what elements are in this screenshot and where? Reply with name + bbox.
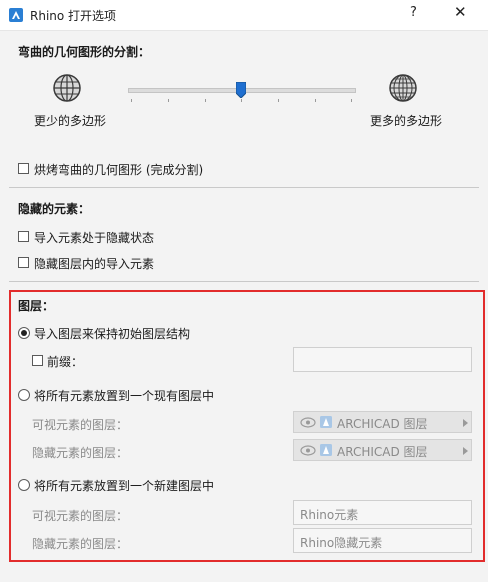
existing-layer-label: 将所有元素放置到一个现有图层中 <box>34 389 215 403</box>
tessellation-slider-thumb[interactable] <box>236 82 246 98</box>
help-button[interactable]: ? <box>410 5 417 20</box>
eye-icon <box>300 445 316 456</box>
hide-in-layers-label: 隐藏图层内的导入元素 <box>34 257 155 271</box>
close-button[interactable]: ✕ <box>454 3 467 21</box>
window-title: Rhino 打开选项 <box>30 9 117 23</box>
existing-visible-layer-label: 可视元素的图层： <box>32 418 129 432</box>
hide-in-layers-checkbox[interactable] <box>18 257 29 268</box>
rhino-app-icon <box>9 8 23 22</box>
chevron-right-icon <box>463 419 468 427</box>
globe-icon-more <box>389 74 417 102</box>
new-hidden-layer-input[interactable]: Rhino隐藏元素 <box>293 528 472 553</box>
new-visible-layer-label: 可视元素的图层： <box>32 509 129 523</box>
keep-layer-structure-radio[interactable] <box>18 327 30 339</box>
existing-visible-layer-dropdown[interactable]: ARCHICAD 图层 <box>293 411 472 433</box>
layers-heading: 图层： <box>18 299 55 313</box>
slider-tick <box>131 99 132 102</box>
bake-geometry-checkbox[interactable] <box>18 163 29 174</box>
globe-icon-less <box>53 74 81 102</box>
slider-tick <box>168 99 169 102</box>
existing-hidden-layer-value: ARCHICAD 图层 <box>337 445 428 459</box>
existing-layer-radio[interactable] <box>18 389 30 401</box>
title-bar: Rhino 打开选项 ? ✕ <box>0 0 488 31</box>
eye-icon <box>300 417 316 428</box>
bake-geometry-label: 烘烤弯曲的几何图形 (完成分割) <box>34 163 204 177</box>
prefix-checkbox[interactable] <box>32 355 43 366</box>
import-hidden-label: 导入元素处于隐藏状态 <box>34 231 155 245</box>
slider-tick <box>241 99 242 102</box>
more-polygons-label: 更多的多边形 <box>370 114 443 128</box>
new-hidden-layer-value: Rhino隐藏元素 <box>300 536 383 550</box>
layer-icon <box>320 444 332 456</box>
divider <box>9 281 479 282</box>
new-hidden-layer-label: 隐藏元素的图层： <box>32 537 129 551</box>
slider-tick <box>315 99 316 102</box>
slider-tick <box>351 99 352 102</box>
prefix-label: 前缀： <box>47 355 84 369</box>
import-hidden-checkbox[interactable] <box>18 231 29 242</box>
divider <box>9 187 479 188</box>
tessellation-heading: 弯曲的几何图形的分割： <box>18 45 151 59</box>
keep-layer-structure-label: 导入图层来保持初始图层结构 <box>34 327 191 341</box>
new-layer-label: 将所有元素放置到一个新建图层中 <box>34 479 215 493</box>
hidden-elements-heading: 隐藏的元素： <box>18 202 91 216</box>
new-layer-radio[interactable] <box>18 479 30 491</box>
slider-tick <box>278 99 279 102</box>
new-visible-layer-input[interactable]: Rhino元素 <box>293 500 472 525</box>
prefix-input[interactable] <box>293 347 472 372</box>
existing-hidden-layer-dropdown[interactable]: ARCHICAD 图层 <box>293 439 472 461</box>
slider-tick <box>205 99 206 102</box>
new-visible-layer-value: Rhino元素 <box>300 508 359 522</box>
less-polygons-label: 更少的多边形 <box>34 114 107 128</box>
layer-icon <box>320 416 332 428</box>
existing-hidden-layer-label: 隐藏元素的图层： <box>32 446 129 460</box>
existing-visible-layer-value: ARCHICAD 图层 <box>337 417 428 431</box>
chevron-right-icon <box>463 447 468 455</box>
